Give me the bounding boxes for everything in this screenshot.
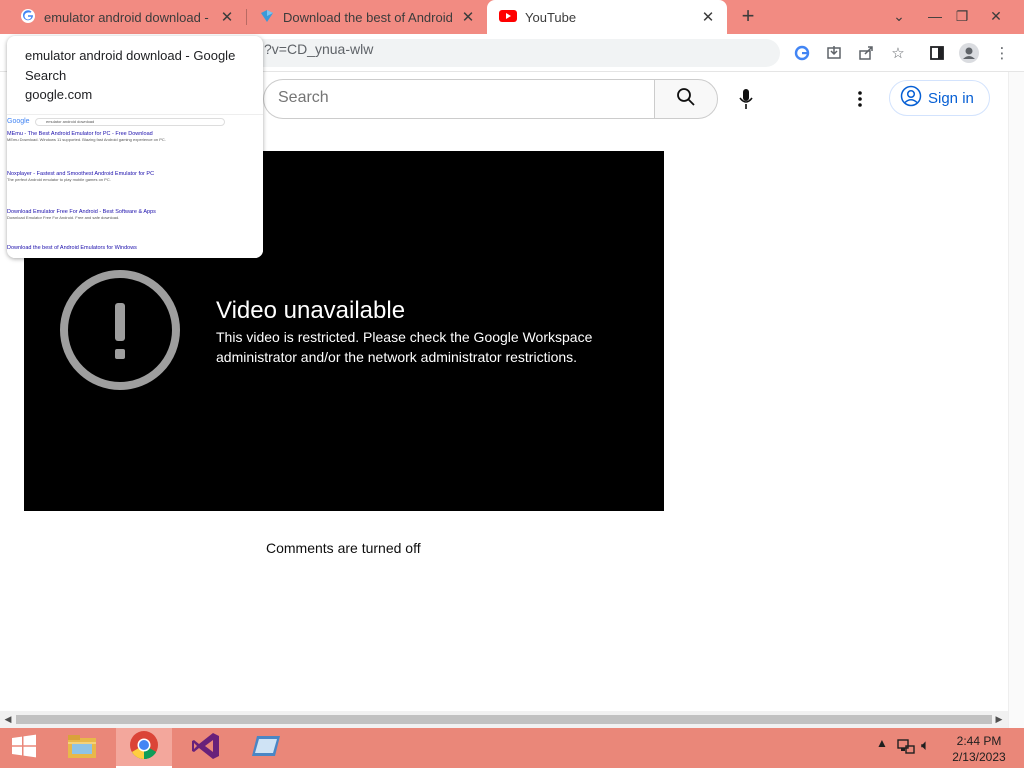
share-icon[interactable] xyxy=(855,42,877,64)
taskbar-file-explorer[interactable] xyxy=(54,728,110,768)
file-explorer-icon xyxy=(66,732,98,765)
taskbar-visual-studio[interactable] xyxy=(178,728,234,768)
close-window-icon[interactable]: ✕ xyxy=(981,4,1011,28)
scroll-right-icon[interactable]: ▶ xyxy=(994,714,1004,725)
result-title: Download the best of Android Emulators f… xyxy=(7,245,137,251)
comments-status: Comments are turned off xyxy=(266,540,421,556)
search-button[interactable] xyxy=(654,79,718,119)
sign-in-button[interactable]: Sign in xyxy=(889,80,990,116)
volume-icon[interactable]: 🔈︎ xyxy=(921,737,930,754)
youtube-icon xyxy=(499,9,517,26)
result-desc: MEmu Download. Windows 11 supported. Bla… xyxy=(7,137,166,142)
result-desc: The perfect Android emulator to play mob… xyxy=(7,177,111,182)
scroll-left-icon[interactable]: ◀ xyxy=(3,714,13,725)
tab-hover-card: emulator android download - Google Searc… xyxy=(7,36,263,258)
clock-time: 2:44 PM xyxy=(956,734,1002,748)
tab-title: YouTube xyxy=(525,9,577,25)
start-button[interactable] xyxy=(0,728,48,768)
result-desc: Download Emulator Free For Android. Free… xyxy=(7,215,120,220)
thumbnail-result: MEmu - The Best Android Emulator for PC … xyxy=(7,131,257,143)
more-options-icon[interactable] xyxy=(850,86,870,112)
visual-studio-icon xyxy=(191,731,221,766)
tab-title: Download the best of Android E xyxy=(283,9,453,25)
thumbnail-result: Download the best of Android Emulators f… xyxy=(7,245,257,251)
chrome-icon xyxy=(129,730,159,765)
close-tab-icon[interactable]: ✕ xyxy=(218,8,236,26)
system-clock[interactable]: 2:44 PM 2/13/2023 xyxy=(944,733,1014,765)
clock-date: 2/13/2023 xyxy=(952,750,1006,764)
thumbnail-result: Download Emulator Free For Android - Bes… xyxy=(7,209,257,221)
tab-title: emulator android download - Go xyxy=(44,9,212,25)
browser-menu-icon[interactable]: ⋮ xyxy=(991,42,1013,64)
search-icon xyxy=(676,87,696,112)
app-window-icon xyxy=(251,733,281,764)
thumbnail-search-box: emulator android download xyxy=(35,118,225,126)
bookmark-star-icon[interactable]: ☆ xyxy=(887,42,909,64)
side-panel-icon[interactable] xyxy=(926,42,948,64)
thumbnail-google-logo: Google xyxy=(7,118,30,125)
hover-card-thumbnail: Google emulator android download MEmu - … xyxy=(7,114,263,258)
search-placeholder: Search xyxy=(278,89,329,106)
error-message: This video is restricted. Please check t… xyxy=(216,329,593,365)
vertical-scrollbar[interactable] xyxy=(1008,72,1024,728)
restore-icon[interactable]: ❐ xyxy=(947,4,977,28)
error-icon-dot xyxy=(115,349,125,359)
google-g-icon xyxy=(20,8,36,27)
horizontal-scrollbar[interactable]: ◀ ▶ xyxy=(0,711,1008,728)
close-tab-icon[interactable]: ✕ xyxy=(699,8,717,26)
tab-android-emulators[interactable]: Download the best of Android E ✕ xyxy=(247,0,487,34)
windows-taskbar: ▲ 🔈︎ xyxy=(0,728,1024,768)
windows-logo-icon xyxy=(11,734,37,763)
scrollbar-thumb[interactable] xyxy=(16,715,992,724)
tab-search-chevron-icon[interactable]: ⌄ xyxy=(884,4,914,28)
thumbnail-result: Noxplayer - Fastest and Smoothest Androi… xyxy=(7,171,257,183)
tab-google-search[interactable]: emulator android download - Go ✕ xyxy=(8,0,246,34)
error-icon-bar xyxy=(115,303,125,341)
new-tab-icon[interactable]: + xyxy=(736,5,760,28)
tab-youtube[interactable]: YouTube ✕ xyxy=(487,0,727,34)
error-title: Video unavailable xyxy=(216,297,406,324)
tab-strip: emulator android download - Go ✕ Downloa… xyxy=(0,0,1024,34)
android-emu-icon xyxy=(259,8,275,27)
google-lens-icon[interactable] xyxy=(791,42,813,64)
address-url[interactable]: ?v=CD_ynua-wlw xyxy=(264,41,373,57)
hover-card-domain: google.com xyxy=(25,87,93,102)
hover-card-title: emulator android download - Google Searc… xyxy=(25,48,236,83)
install-app-icon[interactable] xyxy=(823,42,845,64)
account-circle-icon xyxy=(900,85,922,111)
taskbar-app[interactable] xyxy=(238,728,294,768)
network-icon[interactable] xyxy=(897,738,915,757)
sign-in-label: Sign in xyxy=(928,89,974,107)
profile-avatar-icon[interactable] xyxy=(958,42,980,64)
minimize-icon[interactable]: — xyxy=(920,4,950,28)
show-hidden-icons-icon[interactable]: ▲ xyxy=(876,736,888,750)
microphone-icon[interactable] xyxy=(733,85,759,113)
close-tab-icon[interactable]: ✕ xyxy=(459,8,477,26)
taskbar-chrome[interactable] xyxy=(116,728,172,768)
